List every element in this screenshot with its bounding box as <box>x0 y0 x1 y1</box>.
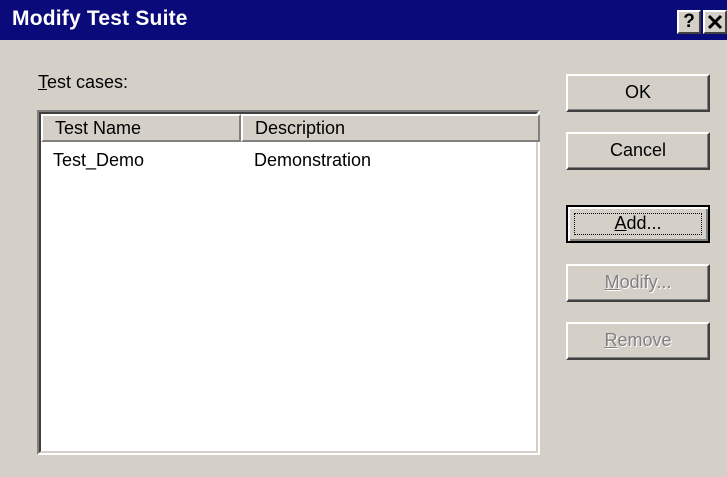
close-icon[interactable] <box>703 10 727 34</box>
window-title: Modify Test Suite <box>12 7 188 30</box>
test-cases-list[interactable]: Test Name Description Test_Demo Demonstr… <box>37 110 540 455</box>
column-header-description[interactable]: Description <box>241 114 540 142</box>
remove-mnemonic: R <box>604 330 618 350</box>
ok-button[interactable]: OK <box>566 74 710 112</box>
modify-label: odify... <box>619 272 672 292</box>
list-item[interactable]: Test_Demo Demonstration <box>41 148 536 176</box>
description-cell: Demonstration <box>254 150 372 170</box>
test-cases-mnemonic: T <box>38 72 47 92</box>
add-button[interactable]: Add... <box>566 205 710 243</box>
remove-label: emove <box>617 330 672 350</box>
help-icon[interactable]: ? <box>677 10 701 34</box>
modify-test-suite-dialog: Modify Test Suite ? Test cases: Test Nam… <box>0 0 727 477</box>
focus-rectangle <box>574 213 702 235</box>
cancel-button[interactable]: Cancel <box>566 132 710 170</box>
test-name-cell: Test_Demo <box>53 150 145 170</box>
modify-button[interactable]: Modify... <box>566 264 710 302</box>
title-bar[interactable]: Modify Test Suite ? <box>0 0 727 40</box>
close-x-glyph <box>707 14 723 30</box>
test-cases-label: Test cases: <box>38 72 128 93</box>
modify-mnemonic: M <box>604 272 620 292</box>
column-header-test-name[interactable]: Test Name <box>41 114 241 142</box>
test-cases-label-text: est cases: <box>47 72 129 92</box>
list-frame: Test Name Description Test_Demo Demonstr… <box>39 112 540 453</box>
remove-button[interactable]: Remove <box>566 322 710 360</box>
